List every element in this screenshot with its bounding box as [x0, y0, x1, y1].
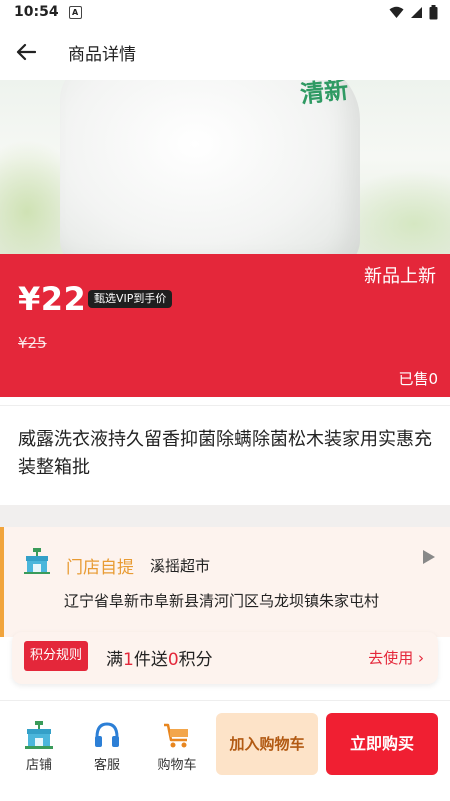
product-image[interactable]: 清新 [0, 80, 450, 254]
store-icon [24, 548, 50, 574]
app-bar: 商品详情 [0, 24, 450, 80]
original-price: ¥25 [18, 334, 47, 352]
store-address: 辽宁省阜新市阜新县清河门区乌龙坝镇朱家屯村 [64, 592, 380, 610]
battery-icon [429, 5, 438, 20]
add-to-cart-button[interactable]: 加入购物车 [216, 713, 318, 775]
nav-customer-service[interactable]: 客服 [80, 721, 134, 773]
nav-store-label: 店铺 [25, 758, 52, 773]
nav-service-label: 客服 [93, 758, 120, 773]
points-rule-button[interactable]: 积分规则 [24, 641, 89, 671]
chevron-right-icon: › [418, 649, 424, 667]
use-points-link[interactable]: 去使用 › [368, 647, 424, 668]
status-time: 10:54 [14, 4, 59, 20]
store-pickup-card[interactable]: 门店自提 溪摇超市 辽宁省阜新市阜新县清河门区乌龙坝镇朱家屯村 [0, 527, 450, 637]
sold-count: 已售0 [398, 370, 438, 388]
nav-store[interactable]: 店铺 [12, 721, 66, 773]
price-panel: ¥22 甄选VIP到手价 ¥25 新品上新 已售0 [0, 254, 450, 397]
points-prefix: 满 [106, 650, 123, 670]
current-price: ¥22 [18, 280, 87, 318]
points-item-count: 1 [123, 650, 134, 670]
buy-now-button[interactable]: 立即购买 [326, 713, 438, 775]
signal-icon [411, 7, 422, 18]
hero-overlay-text: 清新 [298, 80, 350, 109]
use-points-label: 去使用 [368, 649, 414, 667]
points-suffix: 积分 [178, 650, 213, 670]
nav-cart[interactable]: 购物车 [150, 721, 204, 773]
points-promo-text: 满1件送0积分 [106, 645, 213, 670]
page-title: 商品详情 [68, 44, 136, 65]
points-middle: 件送 [133, 650, 168, 670]
store-icon [25, 721, 53, 749]
nav-cart-label: 购物车 [157, 758, 197, 773]
status-bar: 10:54 A [0, 0, 450, 24]
product-title: 威露洗衣液持久留香抑菌除螨除菌松木装家用实惠充装整箱批 [18, 429, 432, 478]
cart-icon [164, 723, 188, 748]
vip-price-badge: 甄选VIP到手价 [88, 290, 173, 308]
points-card: 积分规则 满1件送0积分 去使用 › [12, 632, 438, 684]
status-icons [389, 5, 438, 20]
pickup-type-label: 门店自提 [66, 558, 134, 578]
wifi-icon [389, 6, 404, 18]
product-title-block: 威露洗衣液持久留香抑菌除螨除菌松木装家用实惠充装整箱批 [0, 405, 450, 506]
notification-icon: A [68, 5, 82, 19]
store-name: 溪摇超市 [150, 557, 211, 575]
back-button[interactable] [0, 24, 52, 80]
section-divider [0, 505, 450, 527]
headset-icon [95, 722, 119, 747]
points-value: 0 [167, 650, 179, 670]
play-arrow-icon[interactable] [422, 549, 436, 565]
new-arrival-tag: 新品上新 [364, 266, 436, 287]
bottom-action-bar: 店铺 客服 购物车 加入购物车 立即购买 [0, 700, 450, 801]
back-arrow-icon [16, 43, 36, 61]
